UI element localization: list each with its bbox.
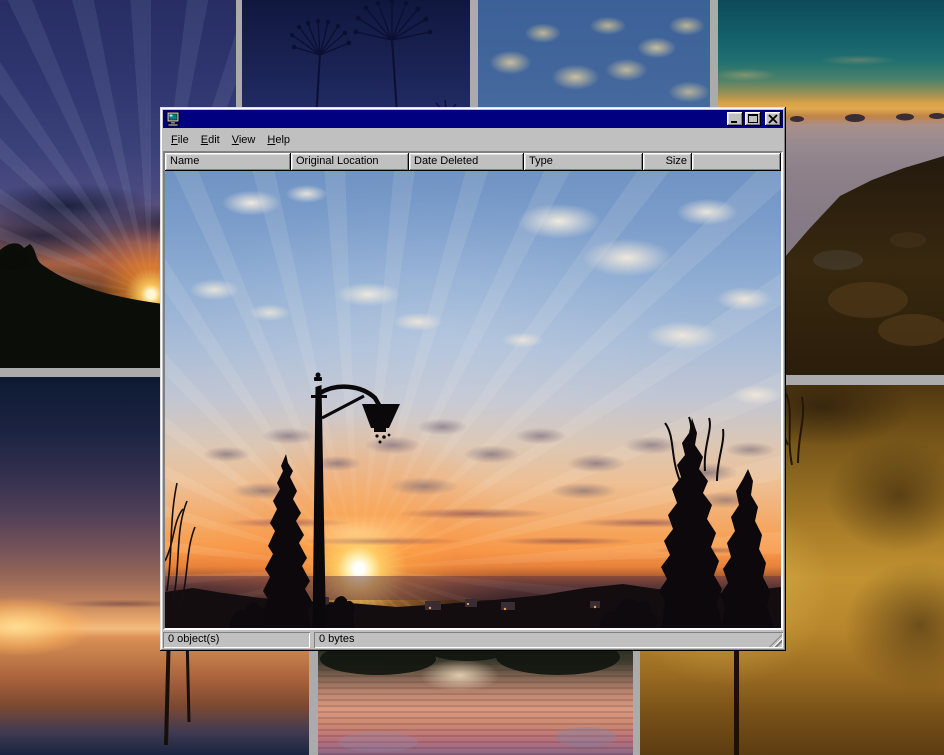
status-size-text: 0 bytes bbox=[319, 633, 354, 645]
status-bar: 0 object(s) 0 bytes bbox=[163, 632, 783, 648]
minimize-icon bbox=[727, 112, 743, 126]
minimize-button[interactable] bbox=[727, 112, 743, 126]
recycle-bin-window: File Edit View Help Name Original Locati… bbox=[160, 107, 786, 651]
menu-view[interactable]: View bbox=[226, 132, 262, 148]
column-header-date-deleted[interactable]: Date Deleted bbox=[409, 153, 524, 171]
menu-bar: File Edit View Help bbox=[163, 128, 783, 151]
status-object-count: 0 object(s) bbox=[163, 632, 310, 648]
window-titlebar[interactable] bbox=[163, 110, 783, 128]
photo-silhouettes bbox=[165, 171, 781, 628]
column-header-blank[interactable] bbox=[692, 153, 781, 171]
computer-monitor-icon bbox=[165, 111, 181, 127]
column-header-original-location[interactable]: Original Location bbox=[291, 153, 409, 171]
file-list-view: Name Original Location Date Deleted Type… bbox=[163, 151, 783, 630]
column-header-type[interactable]: Type bbox=[524, 153, 643, 171]
column-header-row: Name Original Location Date Deleted Type… bbox=[165, 153, 781, 171]
close-button[interactable] bbox=[765, 112, 781, 126]
menu-file[interactable]: File bbox=[165, 132, 195, 148]
menu-edit[interactable]: Edit bbox=[195, 132, 226, 148]
column-header-size[interactable]: Size bbox=[643, 153, 692, 171]
resize-grip[interactable] bbox=[769, 634, 782, 647]
sunset-streetlamp-photo bbox=[165, 171, 781, 628]
status-size-panel: 0 bytes bbox=[314, 632, 783, 648]
left-cypress-silhouette bbox=[261, 454, 313, 628]
maximize-icon bbox=[745, 112, 761, 126]
maximize-button[interactable] bbox=[745, 112, 761, 126]
close-icon bbox=[765, 112, 781, 126]
menu-help[interactable]: Help bbox=[261, 132, 296, 148]
column-header-name[interactable]: Name bbox=[165, 153, 291, 171]
